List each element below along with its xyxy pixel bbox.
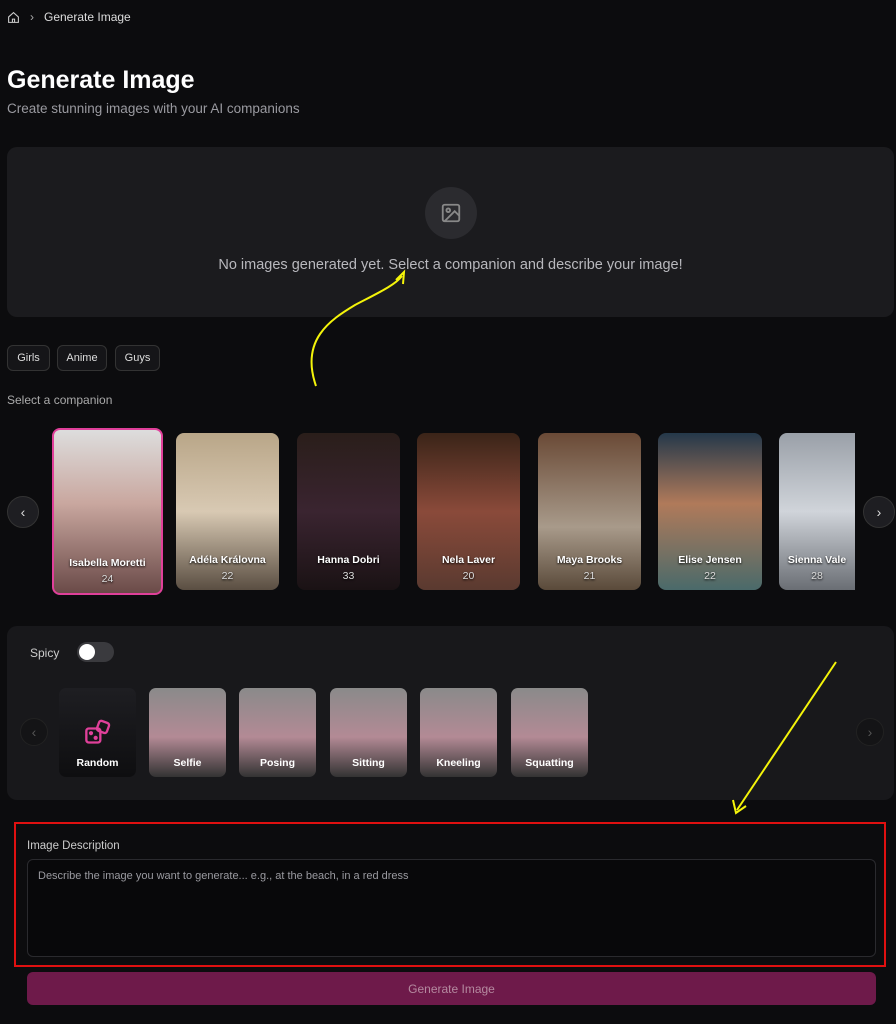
companion-card[interactable]: Sienna Vale 28 <box>779 433 855 590</box>
companion-age: 28 <box>811 570 823 582</box>
carousel-next-button[interactable]: › <box>863 496 895 528</box>
companion-name: Isabella Moretti <box>69 557 146 569</box>
companion-card[interactable]: Isabella Moretti 24 <box>52 428 163 595</box>
pose-random[interactable]: Random <box>59 688 136 777</box>
select-companion-label: Select a companion <box>7 393 113 407</box>
generate-button[interactable]: Generate Image <box>27 972 876 1005</box>
filter-anime[interactable]: Anime <box>57 345 107 371</box>
pose-kneeling[interactable]: Kneeling <box>420 688 497 777</box>
breadcrumb: › Generate Image <box>7 10 131 24</box>
breadcrumb-current: Generate Image <box>44 10 131 24</box>
filter-girls[interactable]: Girls <box>7 345 50 371</box>
empty-message: No images generated yet. Select a compan… <box>218 257 683 273</box>
companion-name: Adéla Královna <box>189 554 266 566</box>
pose-prev-button[interactable]: ‹ <box>20 718 48 746</box>
pose-sitting[interactable]: Sitting <box>330 688 407 777</box>
carousel-prev-button[interactable]: ‹ <box>7 496 39 528</box>
pose-selfie[interactable]: Selfie <box>149 688 226 777</box>
companion-name: Elise Jensen <box>678 554 742 566</box>
companion-age: 33 <box>342 570 355 582</box>
home-icon[interactable] <box>7 11 20 24</box>
companion-age: 24 <box>101 573 114 585</box>
companion-card[interactable]: Nela Laver 20 <box>417 433 520 590</box>
dice-icon <box>85 719 111 744</box>
description-label: Image Description <box>27 840 120 852</box>
companion-card[interactable]: Elise Jensen 22 <box>658 433 762 590</box>
spicy-toggle[interactable] <box>77 642 114 662</box>
companion-age: 22 <box>221 570 234 582</box>
pose-posing[interactable]: Posing <box>239 688 316 777</box>
companion-card[interactable]: Hanna Dobri 33 <box>297 433 400 590</box>
pose-label: Kneeling <box>436 757 481 769</box>
page-subtitle: Create stunning images with your AI comp… <box>7 101 300 116</box>
companion-name: Nela Laver <box>441 554 496 566</box>
page-title: Generate Image <box>7 66 195 94</box>
companion-age: 20 <box>462 570 475 582</box>
companion-age: 21 <box>583 570 596 582</box>
empty-state: No images generated yet. Select a compan… <box>7 147 894 317</box>
companion-card[interactable]: Adéla Královna 22 <box>176 433 279 590</box>
spicy-label: Spicy <box>30 646 60 660</box>
pose-next-button[interactable]: › <box>856 718 884 746</box>
companion-name: Sienna Vale <box>787 554 847 566</box>
filter-guys[interactable]: Guys <box>115 345 160 371</box>
pose-label: Random <box>76 757 119 769</box>
pose-squatting[interactable]: Squatting <box>511 688 588 777</box>
companion-card[interactable]: Maya Brooks 21 <box>538 433 641 590</box>
companion-name: Maya Brooks <box>556 554 623 566</box>
pose-label: Posing <box>259 757 295 769</box>
pose-label: Sitting <box>352 757 385 769</box>
pose-label: Selfie <box>173 757 202 769</box>
pose-label: Squatting <box>525 757 574 769</box>
chevron-right-icon: › <box>30 10 34 24</box>
companion-age: 22 <box>704 570 716 582</box>
image-icon <box>425 187 477 239</box>
description-input[interactable] <box>27 859 876 957</box>
companion-name: Hanna Dobri <box>317 554 380 566</box>
